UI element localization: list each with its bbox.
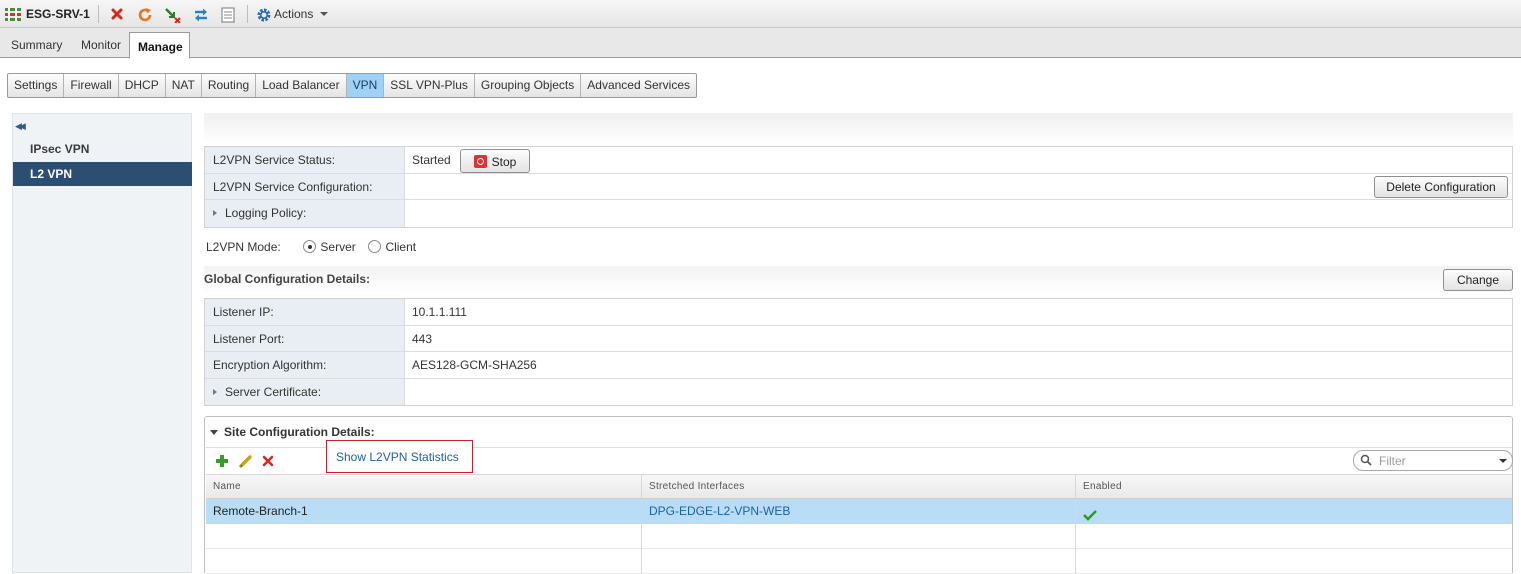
delete-icon[interactable] <box>110 7 126 23</box>
server-radio-label[interactable]: Server <box>320 240 355 254</box>
chevron-down-icon[interactable] <box>320 12 328 16</box>
subtab-load-balancer[interactable]: Load Balancer <box>256 74 347 97</box>
encryption-row: Encryption Algorithm: AES128-GCM-SHA256 <box>205 352 1512 379</box>
global-properties: Listener IP: 10.1.1.111 Listener Port: 4… <box>204 298 1513 406</box>
encryption-value: AES128-GCM-SHA256 <box>412 358 537 372</box>
vpn-sidebar: ◀◀ IPsec VPN L2 VPN <box>12 113 192 573</box>
site-config-title-text: Site Configuration Details: <box>224 425 375 439</box>
actions-menu-button[interactable]: Actions <box>274 7 313 21</box>
site-config-title[interactable]: Site Configuration Details: <box>210 425 375 439</box>
site-config-panel: Site Configuration Details: Show L2VPN S… <box>204 416 1513 574</box>
client-radio[interactable] <box>368 240 382 253</box>
subtab-firewall[interactable]: Firewall <box>64 74 119 97</box>
power-icon <box>473 154 487 168</box>
check-icon <box>1083 505 1097 524</box>
add-icon[interactable] <box>215 454 229 471</box>
tab-monitor[interactable]: Monitor <box>81 38 121 52</box>
subtab-routing[interactable]: Routing <box>202 74 257 97</box>
edit-icon[interactable] <box>238 453 254 472</box>
subtab-advanced-services[interactable]: Advanced Services <box>581 74 696 97</box>
service-status-label: L2VPN Service Status: <box>205 147 405 173</box>
listener-ip-row: Listener IP: 10.1.1.111 <box>205 299 1512 326</box>
publish-changes-icon[interactable] <box>164 7 181 24</box>
site-name-cell: Remote-Branch-1 <box>206 499 642 524</box>
table-row[interactable]: Remote-Branch-1 DPG-EDGE-L2-VPN-WEB <box>206 499 1512 524</box>
notes-icon[interactable] <box>221 7 237 23</box>
listener-ip-label: Listener IP: <box>205 299 405 325</box>
sync-icon[interactable] <box>193 7 209 23</box>
client-radio-label[interactable]: Client <box>385 240 416 254</box>
edge-gateway-icon <box>5 7 21 23</box>
toolbar-divider <box>98 5 99 23</box>
subtab-grouping-objects[interactable]: Grouping Objects <box>475 74 582 97</box>
server-radio[interactable] <box>303 240 317 253</box>
stop-button-label: Stop <box>491 154 517 169</box>
server-certificate-row[interactable]: Server Certificate: <box>205 378 1512 405</box>
listener-port-label: Listener Port: <box>205 325 405 351</box>
subtab-ssl-vpn-plus[interactable]: SSL VPN-Plus <box>384 74 475 97</box>
empty-row <box>206 549 1512 574</box>
logging-policy-text: Logging Policy: <box>225 206 307 220</box>
subtab-settings[interactable]: Settings <box>8 74 65 97</box>
column-header-name[interactable]: Name <box>206 475 642 498</box>
global-config-title: Global Configuration Details: <box>204 272 371 286</box>
delete-icon[interactable] <box>262 455 274 470</box>
filter-placeholder: Filter <box>1379 454 1406 468</box>
object-toolbar: ESG-SRV-1 Actions <box>0 0 1521 28</box>
listener-port-value: 443 <box>412 331 433 346</box>
grid-header: Name Stretched Interfaces Enabled <box>206 474 1512 499</box>
collapse-icon[interactable] <box>210 430 218 435</box>
empty-row <box>206 524 1512 549</box>
service-config-label: L2VPN Service Configuration: <box>205 173 405 199</box>
collapse-sidebar-icon[interactable]: ◀◀ <box>15 121 26 132</box>
sidebar-item-l2-vpn[interactable]: L2 VPN <box>13 162 192 186</box>
global-config-header: Global Configuration Details: Change <box>204 266 1513 295</box>
search-icon <box>1360 454 1372 469</box>
listener-port-row: Listener Port: 443 <box>205 325 1512 352</box>
column-header-interfaces[interactable]: Stretched Interfaces <box>642 475 1076 498</box>
content-header-band <box>204 113 1513 145</box>
change-button[interactable]: Change <box>1443 269 1513 291</box>
service-status-value: Started <box>412 153 451 167</box>
service-config-row: L2VPN Service Configuration: Delete Conf… <box>205 173 1512 200</box>
delete-configuration-button[interactable]: Delete Configuration <box>1374 175 1508 198</box>
site-grid: Name Stretched Interfaces Enabled Remote… <box>206 474 1512 574</box>
expand-icon[interactable] <box>213 210 217 216</box>
main-tabs: Summary Monitor Manage <box>0 28 1521 59</box>
server-certificate-text: Server Certificate: <box>225 384 322 399</box>
logging-policy-row[interactable]: Logging Policy: <box>205 200 1512 227</box>
gear-icon[interactable] <box>256 7 272 23</box>
expand-icon[interactable] <box>213 388 217 395</box>
chevron-down-icon[interactable] <box>1499 459 1507 463</box>
object-title: ESG-SRV-1 <box>26 7 90 21</box>
logging-policy-label[interactable]: Logging Policy: <box>205 200 405 227</box>
tab-summary[interactable]: Summary <box>11 38 62 52</box>
show-statistics-link[interactable]: Show L2VPN Statistics <box>326 440 473 473</box>
stop-service-button[interactable]: Stop <box>460 149 530 173</box>
listener-ip-value: 10.1.1.111 <box>412 305 467 319</box>
enabled-cell <box>1076 499 1512 524</box>
site-toolbar: Show L2VPN Statistics Filter <box>206 440 1513 474</box>
server-certificate-label[interactable]: Server Certificate: <box>205 378 405 405</box>
l2vpn-mode-row: L2VPN Mode: Server Client <box>206 240 416 254</box>
service-properties: L2VPN Service Status: Started Stop L2VPN… <box>204 146 1513 228</box>
toolbar-divider <box>247 5 248 23</box>
tab-manage[interactable]: Manage <box>129 32 190 59</box>
encryption-label: Encryption Algorithm: <box>205 352 405 378</box>
subtab-nat[interactable]: NAT <box>166 74 202 97</box>
subtab-vpn[interactable]: VPN <box>346 74 385 97</box>
filter-input[interactable]: Filter <box>1353 450 1513 471</box>
refresh-icon[interactable] <box>137 7 153 23</box>
l2vpn-mode-label: L2VPN Mode: <box>206 240 281 254</box>
column-header-enabled[interactable]: Enabled <box>1076 475 1512 498</box>
sub-tabs: Settings Firewall DHCP NAT Routing Load … <box>7 73 697 98</box>
subtab-dhcp[interactable]: DHCP <box>119 74 166 97</box>
stretched-interfaces-cell: DPG-EDGE-L2-VPN-WEB <box>642 499 1076 524</box>
sidebar-item-ipsec-vpn[interactable]: IPsec VPN <box>13 137 192 161</box>
service-status-row: L2VPN Service Status: Started Stop <box>205 147 1512 174</box>
